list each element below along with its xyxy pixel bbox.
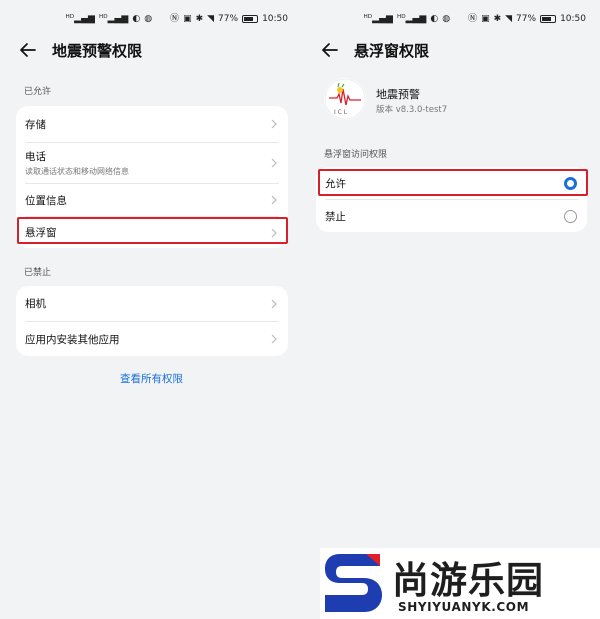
bluetooth-icon: ✱ bbox=[195, 13, 204, 24]
permission-item-camera[interactable]: 相机 bbox=[16, 286, 288, 321]
wifi-icon: ◥ bbox=[505, 13, 513, 24]
chevron-right-icon bbox=[271, 334, 277, 344]
back-arrow-icon[interactable] bbox=[20, 41, 38, 59]
wifi-icon: ◥ bbox=[207, 13, 215, 24]
chevron-right-icon bbox=[271, 299, 277, 308]
permission-screen: ᴴᴰ▂▄▆ ᴴᴰ▂▄▆ ◐ ◍ Ⓝ ▣ ✱ ◥ 77% 10:50 地震预警权限… bbox=[0, 0, 302, 619]
notification-icon: ◍ bbox=[442, 13, 451, 24]
permission-item-label: 应用内安装其他应用 bbox=[25, 333, 120, 346]
clock: 10:50 bbox=[262, 14, 288, 24]
view-all-permissions-link[interactable]: 查看所有权限 bbox=[120, 371, 183, 386]
page-title: 悬浮窗权限 bbox=[354, 41, 430, 60]
app-name: 地震预警 bbox=[376, 88, 420, 101]
hd-signal-icon: ᴴᴰ▂▄▆ bbox=[98, 13, 129, 24]
highlight-box bbox=[318, 169, 588, 196]
option-label: 禁止 bbox=[325, 210, 346, 223]
status-bar: ᴴᴰ▂▄▆ ᴴᴰ▂▄▆ ◐ ◍ Ⓝ ▣ ✱ ◥ 77% 10:50 bbox=[364, 10, 586, 28]
denied-section-header: 已禁止 bbox=[24, 268, 52, 278]
battery-icon bbox=[242, 15, 259, 23]
vibrate-icon: ▣ bbox=[183, 13, 192, 24]
bluetooth-icon: ✱ bbox=[493, 13, 502, 24]
permission-item-description: 读取通话状态和移动网络信息 bbox=[25, 167, 129, 176]
radio-unselected-icon[interactable] bbox=[564, 210, 577, 223]
app-icon-letters: I C L bbox=[334, 109, 348, 116]
nfc-icon: Ⓝ bbox=[170, 13, 180, 24]
chevron-right-icon bbox=[271, 195, 277, 205]
clock: 10:50 bbox=[560, 14, 586, 24]
watermark-url: SHYIYUANYK.COM bbox=[398, 600, 530, 614]
permission-item-label: 电话 bbox=[25, 151, 46, 163]
highlight-box bbox=[17, 217, 288, 244]
chevron-right-icon bbox=[271, 119, 277, 129]
hd-signal-icon: ᴴᴰ▂▄▆ bbox=[396, 13, 427, 24]
watermark: 尚游乐园 SHYIYUANYK.COM bbox=[320, 548, 600, 619]
status-bar: ᴴᴰ▂▄▆ ᴴᴰ▂▄▆ ◐ ◍ Ⓝ ▣ ✱ ◥ 77% 10:50 bbox=[66, 10, 288, 28]
chevron-right-icon bbox=[271, 158, 277, 168]
notification-icon: ◍ bbox=[144, 13, 153, 24]
allowed-section-header: 已允许 bbox=[24, 87, 52, 97]
floating-window-permission-screen: ᴴᴰ▂▄▆ ᴴᴰ▂▄▆ ◐ ◍ Ⓝ ▣ ✱ ◥ 77% 10:50 悬浮窗权限 … bbox=[302, 0, 600, 619]
app-logo-icon: I C L bbox=[324, 78, 366, 120]
permission-item-label: 位置信息 bbox=[25, 194, 67, 207]
battery-icon bbox=[540, 15, 557, 23]
permission-item-storage[interactable]: 存储 bbox=[16, 106, 288, 142]
hd-signal-icon: ᴴᴰ▂▄▆ bbox=[65, 13, 95, 24]
watermark-brand: 尚游乐园 bbox=[392, 559, 544, 602]
vibrate-icon: ▣ bbox=[481, 13, 490, 24]
nfc-icon: Ⓝ bbox=[468, 13, 478, 24]
back-arrow-icon[interactable] bbox=[322, 41, 340, 59]
permission-item-label: 存储 bbox=[25, 118, 46, 131]
app-notification-icon: ◐ bbox=[430, 13, 439, 24]
watermark-s-logo-icon bbox=[325, 554, 382, 612]
battery-percent: 77% bbox=[516, 14, 537, 24]
app-notification-icon: ◐ bbox=[132, 13, 141, 24]
permission-item-label: 相机 bbox=[25, 298, 46, 310]
floating-access-section-header: 悬浮窗访问权限 bbox=[324, 150, 388, 160]
app-version: 版本 v8.3.0-test7 bbox=[376, 105, 448, 115]
option-deny[interactable]: 禁止 bbox=[316, 200, 587, 232]
denied-permissions-card: 相机 应用内安装其他应用 bbox=[16, 286, 288, 356]
hd-signal-icon: ᴴᴰ▂▄▆ bbox=[363, 13, 393, 24]
permission-item-install-apps[interactable]: 应用内安装其他应用 bbox=[16, 322, 288, 356]
permission-item-phone[interactable]: 电话 读取通话状态和移动网络信息 bbox=[16, 143, 288, 183]
battery-percent: 77% bbox=[218, 14, 239, 24]
page-title: 地震预警权限 bbox=[52, 41, 143, 60]
permission-item-location[interactable]: 位置信息 bbox=[16, 184, 288, 216]
